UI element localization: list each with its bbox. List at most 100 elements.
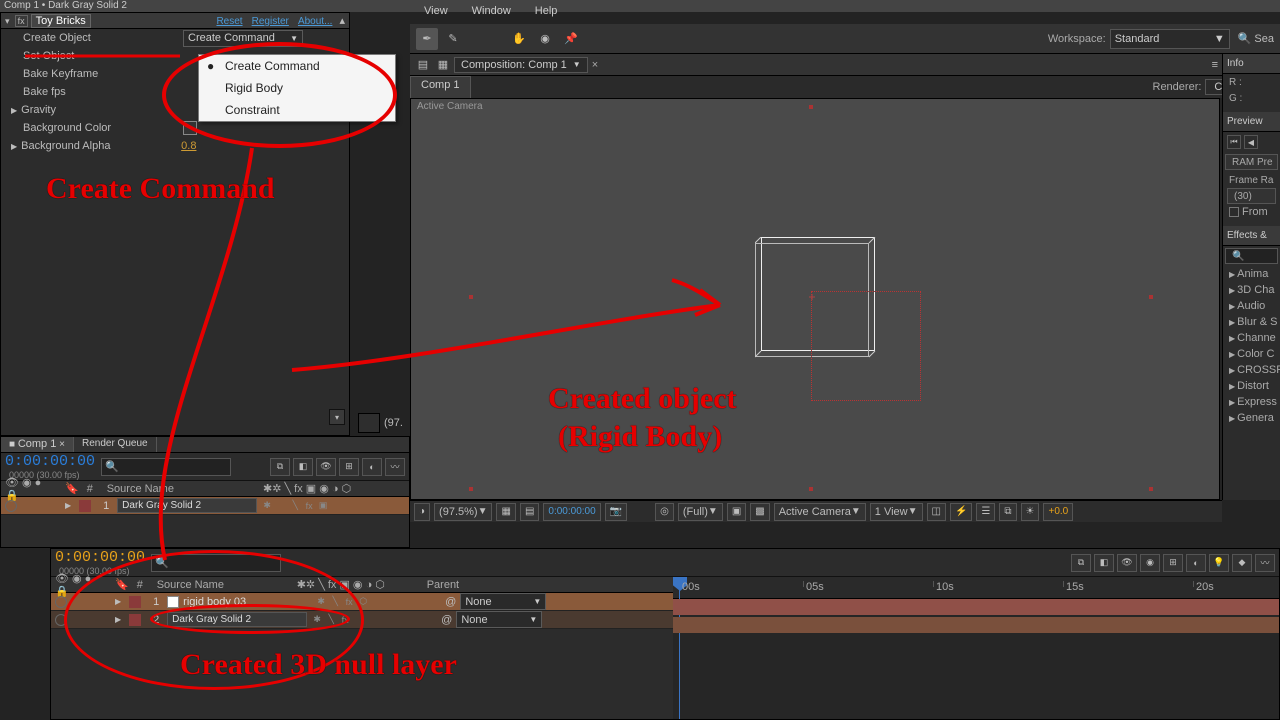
layer-row-solid[interactable]: ▶ 1 Dark Gray Solid 2 ✱ ╲ fx ▣ — [1, 497, 409, 515]
grid-icon[interactable]: ▤ — [520, 503, 539, 521]
snap-icon[interactable]: ◉ — [534, 28, 556, 50]
fps-value[interactable]: (30) — [1227, 188, 1276, 204]
search-help-button[interactable]: 🔍 Sea — [1238, 32, 1274, 45]
switch[interactable]: ✱ — [311, 614, 323, 626]
snapshot-icon[interactable]: 📷 — [605, 503, 627, 521]
preset-cat[interactable]: ▶Anima — [1223, 266, 1280, 282]
live-update-icon[interactable]: ◉ — [1140, 554, 1160, 572]
current-time[interactable]: 0:00:00:00 — [543, 503, 600, 521]
motion-blur-icon[interactable]: ◐ — [1186, 554, 1206, 572]
hash-icon[interactable]: 🔖 — [61, 482, 83, 495]
transparency-icon[interactable]: ▩ — [750, 503, 769, 521]
twirl-icon[interactable]: ▶ — [11, 106, 17, 115]
layer-name[interactable]: Dark Gray Solid 2 — [117, 498, 257, 513]
auto-keyframe-icon[interactable]: ◆ — [1232, 554, 1252, 572]
reset-exposure-icon[interactable]: ☀ — [1021, 503, 1040, 521]
tab-comp1-timeline[interactable]: ■ Comp 1 × — [1, 437, 74, 452]
handle[interactable] — [1149, 487, 1153, 491]
layer-name[interactable]: Dark Gray Solid 2 — [167, 612, 307, 627]
switch-3d[interactable]: ⬡ — [357, 596, 369, 608]
views-select[interactable]: 1 View ▼ — [870, 503, 923, 521]
frame-blend-icon[interactable]: ⊞ — [339, 458, 359, 476]
handle[interactable] — [1149, 295, 1153, 299]
tab-comp1[interactable]: Comp 1 — [410, 76, 471, 98]
brush-tool-icon[interactable]: ✎ — [442, 28, 464, 50]
current-time-display[interactable]: 0:00:00:00 — [55, 549, 145, 566]
fast-previews-icon[interactable]: ⚡ — [950, 503, 972, 521]
first-frame-icon[interactable]: ⏮ — [1227, 135, 1241, 149]
layer-search[interactable]: 🔍 — [101, 458, 231, 476]
handle[interactable] — [469, 487, 473, 491]
effects-search[interactable]: 🔍 — [1225, 248, 1278, 264]
collapse-icon[interactable]: ▴ — [339, 15, 345, 27]
color-swatch[interactable] — [183, 121, 197, 135]
preset-cat[interactable]: ▶3D Cha — [1223, 282, 1280, 298]
preset-cat[interactable]: ▶Blur & S — [1223, 314, 1280, 330]
comp-flowchart-icon[interactable]: ⧉ — [999, 503, 1016, 521]
handle[interactable] — [809, 487, 813, 491]
handle[interactable] — [469, 295, 473, 299]
frame-blend-icon[interactable]: ⊞ — [1163, 554, 1183, 572]
current-time-display[interactable]: 0:00:00:00 — [5, 453, 95, 470]
create-command-dropdown[interactable]: Create Command Rigid Body Constraint — [198, 54, 396, 122]
composition-viewport[interactable]: Active Camera — [410, 98, 1220, 500]
tab-render-queue[interactable]: Render Queue — [74, 437, 157, 452]
zoom-select[interactable]: (97.5%) ▼ — [434, 503, 492, 521]
option-rigid-body[interactable]: Rigid Body — [199, 77, 395, 99]
register-link[interactable]: Register — [252, 16, 289, 27]
option-create-command[interactable]: Create Command — [199, 55, 395, 77]
visibility-toggle[interactable] — [55, 596, 67, 608]
roi-icon[interactable]: ▣ — [727, 503, 746, 521]
preset-cat[interactable]: ▶Color C — [1223, 346, 1280, 362]
twirl-icon[interactable]: ▾ — [5, 16, 10, 27]
about-link[interactable]: About... — [298, 16, 332, 27]
composition-mini-flowchart-icon[interactable]: ⧉ — [1071, 554, 1091, 572]
menu-view[interactable]: View — [412, 1, 460, 21]
menu-window[interactable]: Window — [460, 1, 523, 21]
hand-tool-icon[interactable]: ✋ — [508, 28, 530, 50]
layer-row-solid[interactable]: ▶ 2 Dark Gray Solid 2 ✱ ╲ fx @ None▼ — [51, 611, 673, 629]
twirl-icon[interactable]: ▶ — [115, 615, 121, 624]
timeline-tracks[interactable]: 00s 05s 10s 15s 20s — [673, 577, 1279, 719]
parent-pickwhip-icon[interactable]: @ — [441, 614, 452, 626]
scroll-down-icon[interactable]: ▾ — [329, 409, 345, 425]
parent-pickwhip-icon[interactable]: @ — [445, 596, 456, 608]
plugin-name[interactable]: Toy Bricks — [31, 14, 91, 28]
hide-shy-icon[interactable]: 👁 — [1117, 554, 1137, 572]
layer-row-rigid-body[interactable]: ▶ 1 rigid body 03 ✱ ╲ fx ⬡ @ None▼ — [51, 593, 673, 611]
preset-cat[interactable]: ▶Channe — [1223, 330, 1280, 346]
pixel-aspect-icon[interactable]: ◫ — [927, 503, 946, 521]
workspace-select[interactable]: Standard▼ — [1110, 29, 1230, 49]
timeline-icon[interactable]: ☰ — [976, 503, 995, 521]
switch[interactable]: ✱ — [261, 500, 273, 512]
visibility-toggle[interactable] — [5, 500, 17, 512]
hash-icon[interactable]: 🔖 — [111, 578, 133, 591]
resolution-select[interactable]: (Full) ▼ — [678, 503, 723, 521]
layer-color[interactable] — [79, 500, 91, 512]
time-ruler[interactable]: 00s 05s 10s 15s 20s — [673, 577, 1279, 599]
alpha-value[interactable]: 0.8 — [181, 140, 196, 152]
draft-3d-icon[interactable]: ◧ — [1094, 554, 1114, 572]
hide-shy-icon[interactable]: 👁 — [316, 458, 336, 476]
layer-bar[interactable] — [673, 599, 1279, 615]
switch[interactable]: ╲ — [329, 596, 341, 608]
panel-info[interactable]: Info — [1223, 54, 1280, 74]
preset-cat[interactable]: ▶Genera — [1223, 410, 1280, 426]
twirl-icon[interactable]: ▶ — [11, 142, 17, 151]
layer-color[interactable] — [129, 596, 141, 608]
layer-bar[interactable] — [673, 617, 1279, 633]
switch[interactable] — [275, 500, 287, 512]
twirl-icon[interactable]: ▶ — [65, 501, 71, 510]
option-constraint[interactable]: Constraint — [199, 99, 395, 121]
comp-breadcrumb[interactable]: Composition: Comp 1▼ — [454, 57, 588, 73]
menu-help[interactable]: Help — [523, 1, 570, 21]
switch-fx[interactable]: fx — [339, 614, 351, 626]
layer-search[interactable]: 🔍 — [151, 554, 281, 572]
preset-cat[interactable]: ▶Distort — [1223, 378, 1280, 394]
parent-select[interactable]: None▼ — [460, 593, 546, 610]
prev-frame-icon[interactable]: ◀ — [1244, 135, 1258, 149]
switch[interactable]: ╲ — [289, 500, 301, 512]
layer-color[interactable] — [129, 614, 141, 626]
snapshot-icon[interactable] — [358, 413, 380, 433]
camera-select[interactable]: Active Camera ▼ — [774, 503, 866, 521]
